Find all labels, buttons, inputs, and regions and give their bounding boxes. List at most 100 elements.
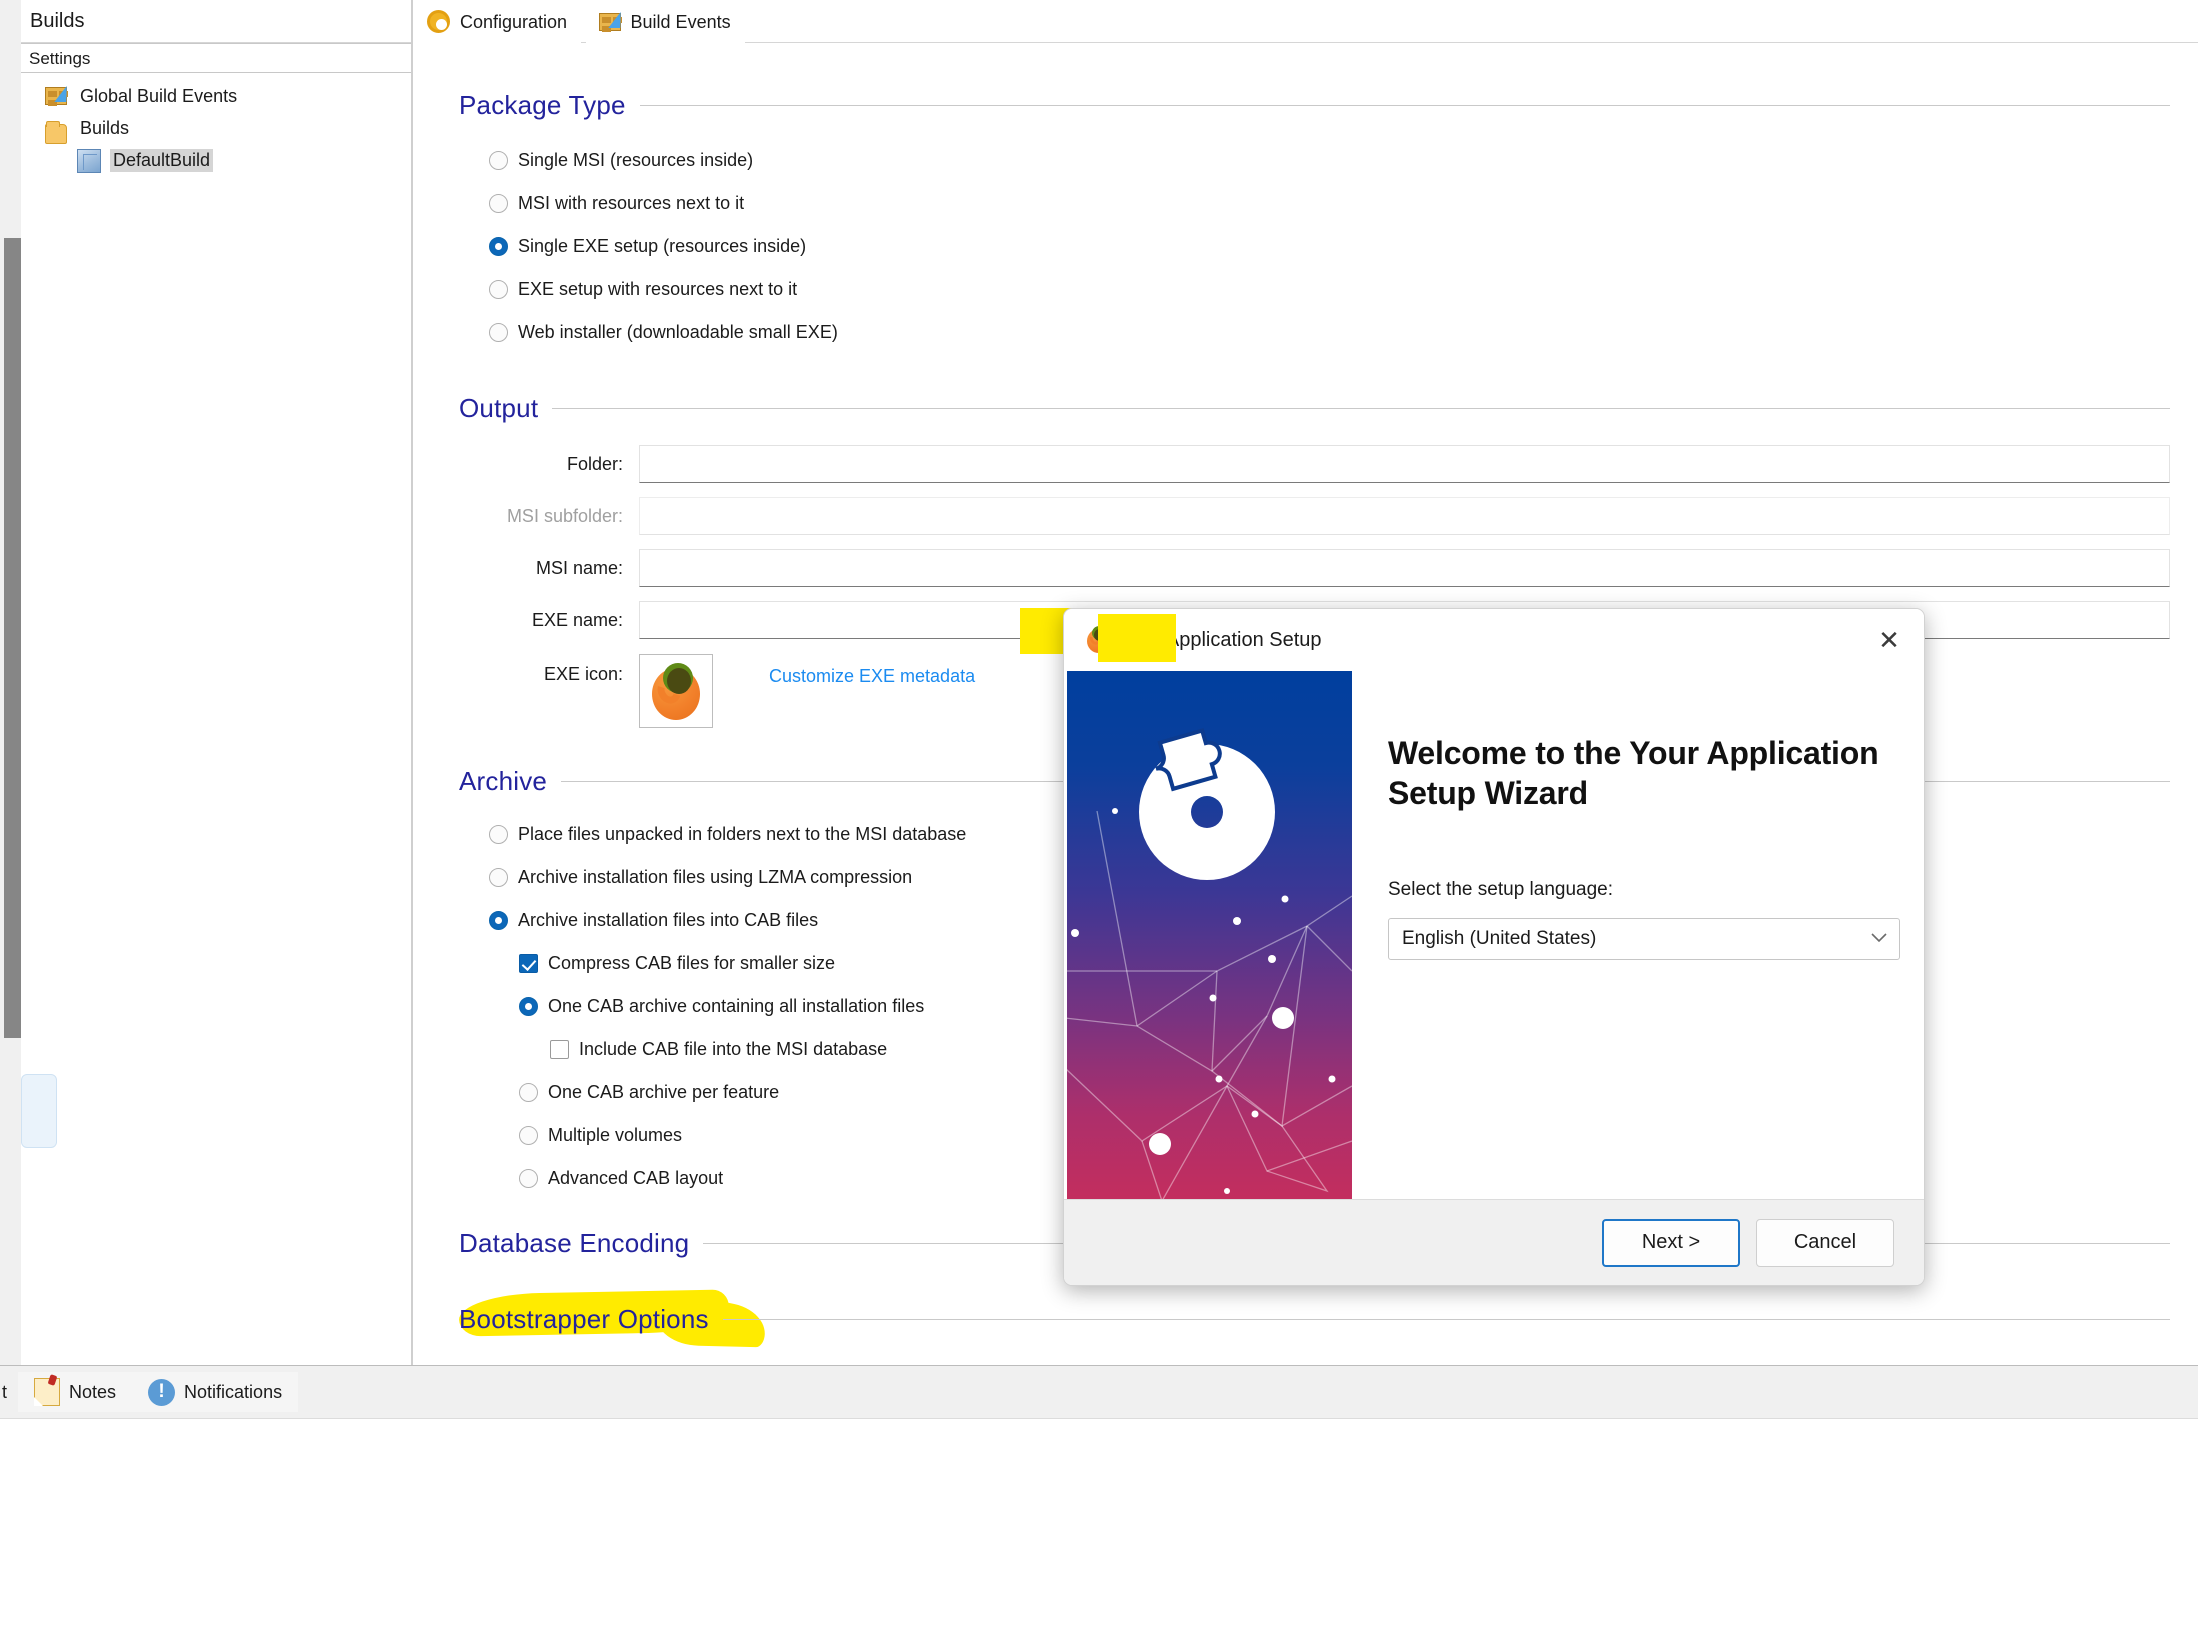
option-label: EXE setup with resources next to it [518, 279, 798, 299]
statusbar: t Notes ! Notifications [0, 1365, 2198, 1419]
build-events-icon [598, 12, 621, 31]
notifications-icon: ! [148, 1378, 176, 1406]
setup-wizard-dialog: Your Application Setup ✕ Welcome to the … [1063, 608, 1925, 1286]
field-row-msi-name: MSI name: [459, 542, 2170, 594]
field-label: Folder: [566, 453, 623, 474]
section-header-output: Output [459, 393, 2170, 424]
radio-indicator [489, 323, 508, 342]
next-button[interactable]: Next > [1602, 1218, 1740, 1267]
option-label: Single MSI (resources inside) [518, 150, 754, 170]
dialog-titlebar[interactable]: Your Application Setup ✕ [1064, 609, 1924, 671]
section-rule [722, 1319, 2170, 1320]
tab-build-events[interactable]: Build Events [585, 1, 745, 43]
tab-label: Build Events [630, 11, 731, 32]
option-label: Single EXE setup (resources inside) [518, 236, 807, 256]
section-title: Archive [459, 766, 548, 796]
radio-indicator [489, 868, 508, 887]
statusbar-item-label: Notes [69, 1381, 117, 1402]
statusbar-item-notifications[interactable]: ! Notifications [132, 1372, 299, 1412]
radio-indicator [489, 825, 508, 844]
language-label: Select the setup language: [1388, 879, 1614, 900]
settings-panel: Builds Settings Global Build Events Buil… [21, 0, 413, 1380]
banner-graphic [1067, 728, 1352, 1199]
radio-single-msi[interactable]: Single MSI (resources inside) [489, 139, 2170, 182]
field-label: MSI name: [535, 557, 623, 578]
vertical-scrollbar[interactable] [0, 0, 21, 1400]
settings-tree: Global Build Events Builds DefaultBuild [21, 73, 411, 176]
option-label: Compress CAB files for smaller size [548, 953, 836, 973]
gear-icon [427, 9, 450, 33]
option-label: Web installer (downloadable small EXE) [518, 322, 838, 342]
build-events-icon [45, 87, 67, 105]
field-row-folder: Folder: [459, 438, 2170, 490]
radio-indicator-selected [489, 237, 508, 256]
radio-web-installer[interactable]: Web installer (downloadable small EXE) [489, 311, 2170, 354]
wizard-banner-image [1067, 671, 1352, 1199]
radio-indicator-selected [489, 911, 508, 930]
wizard-content: Welcome to the Your Application Setup Wi… [1364, 671, 1924, 1199]
option-label: One CAB archive containing all installat… [548, 996, 925, 1016]
tree-item-label: DefaultBuild [110, 148, 214, 172]
tree-item-global-build-events[interactable]: Global Build Events [21, 80, 411, 112]
tree-item-label: Builds [80, 117, 130, 138]
settings-column-header: Settings [21, 43, 411, 73]
tabstrip: Configuration Build Events [415, 0, 2198, 43]
radio-indicator [489, 194, 508, 213]
dialog-body: Welcome to the Your Application Setup Wi… [1064, 671, 1924, 1199]
checkbox-indicator-checked [519, 954, 538, 973]
tree-item-builds[interactable]: Builds [21, 112, 411, 144]
msi-subfolder-input [639, 497, 2170, 535]
panel-focus-indicator [21, 1074, 57, 1148]
folder-input[interactable] [639, 445, 2170, 483]
statusbar-item-label: Notifications [184, 1381, 283, 1402]
section-title: Package Type [459, 90, 626, 120]
option-label: Multiple volumes [548, 1125, 683, 1145]
option-label: Archive installation files into CAB file… [518, 910, 819, 930]
section-title: Bootstrapper Options [459, 1304, 709, 1334]
radio-single-exe-setup[interactable]: Single EXE setup (resources inside) [489, 225, 2170, 268]
section-rule [552, 408, 2170, 409]
highlight-mark-dialog-title-overlay [1098, 614, 1176, 662]
section-title: Database Encoding [459, 1228, 690, 1258]
close-icon[interactable]: ✕ [1872, 625, 1906, 655]
folder-icon [45, 121, 67, 144]
radio-indicator [489, 151, 508, 170]
selected-language: English (United States) [1402, 928, 1597, 949]
tree-item-label: Global Build Events [80, 85, 238, 106]
msi-name-input[interactable] [639, 549, 2170, 587]
radio-indicator [519, 1083, 538, 1102]
statusbar-truncated-text: t [2, 1381, 8, 1402]
option-label: Advanced CAB layout [548, 1168, 724, 1188]
customize-exe-metadata-link[interactable]: Customize EXE metadata [769, 666, 975, 687]
cancel-button[interactable]: Cancel [1756, 1218, 1894, 1267]
radio-indicator [519, 1126, 538, 1145]
statusbar-item-notes[interactable]: Notes [18, 1372, 133, 1412]
radio-indicator [519, 1169, 538, 1188]
setup-language-select[interactable]: English (United States) [1388, 918, 1900, 960]
option-label: One CAB archive per feature [548, 1082, 780, 1102]
checkbox-indicator [550, 1040, 569, 1059]
radio-indicator [489, 280, 508, 299]
tab-configuration[interactable]: Configuration [415, 1, 582, 43]
notes-icon [34, 1378, 60, 1406]
section-rule [639, 105, 2170, 106]
scrollbar-thumb[interactable] [4, 238, 21, 1038]
exe-icon-preview[interactable] [639, 654, 713, 728]
firefox-icon [650, 662, 702, 720]
field-label: EXE name: [531, 609, 623, 630]
section-header-package-type: Package Type [459, 90, 2170, 121]
field-row-msi-subfolder: MSI subfolder: [459, 490, 2170, 542]
tree-item-defaultbuild[interactable]: DefaultBuild [21, 144, 411, 176]
section-header-bootstrapper-options: Bootstrapper Options [459, 1304, 2170, 1335]
option-label: MSI with resources next to it [518, 193, 745, 213]
screen: Builds Settings Global Build Events Buil… [0, 0, 2198, 1639]
field-label: EXE icon: [543, 664, 623, 684]
option-label: Include CAB file into the MSI database [579, 1039, 888, 1059]
section-title: Output [459, 393, 539, 423]
page-title: Builds [21, 0, 411, 43]
option-label: Archive installation files using LZMA co… [518, 867, 913, 887]
radio-msi-with-resources[interactable]: MSI with resources next to it [489, 182, 2170, 225]
option-label: Place files unpacked in folders next to … [518, 824, 967, 844]
wizard-heading: Welcome to the Your Application Setup Wi… [1388, 735, 1879, 811]
radio-exe-setup-with-resources[interactable]: EXE setup with resources next to it [489, 268, 2170, 311]
